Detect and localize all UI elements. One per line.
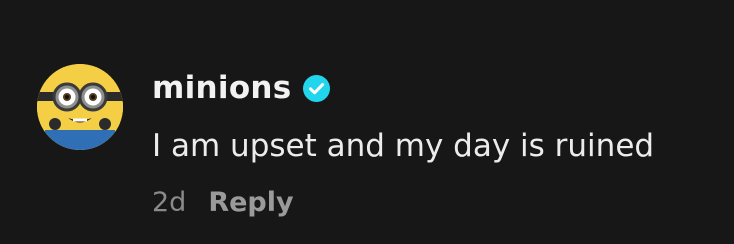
comment-item: minions I am upset and my day is ruined … [0, 0, 734, 244]
avatar[interactable] [37, 64, 123, 150]
comment-text: I am upset and my day is ruined [152, 128, 655, 164]
username-row: minions [152, 66, 331, 110]
verified-badge-icon [302, 74, 331, 103]
minion-avatar-icon [37, 64, 123, 150]
username[interactable]: minions [152, 66, 292, 110]
comment-meta: 2d Reply [152, 183, 294, 223]
reply-button[interactable]: Reply [208, 183, 293, 223]
timestamp: 2d [152, 187, 187, 218]
